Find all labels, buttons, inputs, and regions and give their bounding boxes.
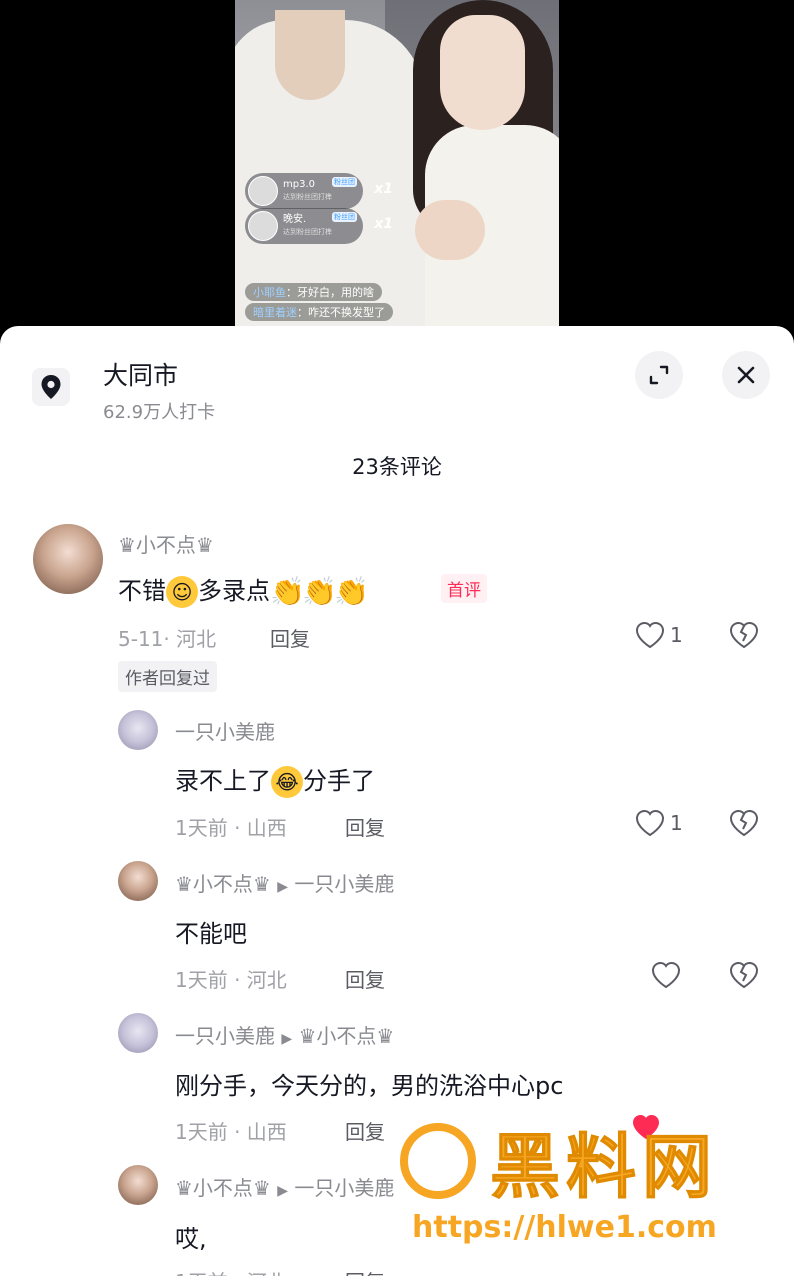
comment-text: 录不上了 😂 分手了 bbox=[175, 761, 375, 798]
gift-count: x1 bbox=[374, 216, 393, 232]
comment-meta: 5-11· 河北 bbox=[118, 627, 217, 651]
like-button[interactable]: 1 bbox=[634, 620, 683, 650]
gift-avatar bbox=[248, 211, 278, 241]
avatar[interactable] bbox=[118, 710, 158, 750]
location-pin-icon[interactable] bbox=[32, 368, 70, 406]
gift-banner: mp3.0 达到粉丝团打榫 粉丝团 x1 bbox=[245, 173, 393, 209]
reply-button[interactable]: 回复 bbox=[345, 1266, 385, 1276]
clap-emoji-icon: 👏 bbox=[270, 575, 305, 608]
avatar[interactable] bbox=[118, 1165, 158, 1205]
avatar[interactable] bbox=[118, 861, 158, 901]
gift-avatar bbox=[248, 176, 278, 206]
first-comment-badge: 首评 bbox=[441, 574, 487, 603]
like-button[interactable] bbox=[650, 960, 682, 990]
heart-icon bbox=[651, 961, 681, 989]
gift-count: x1 bbox=[374, 181, 393, 197]
broken-heart-icon bbox=[729, 809, 759, 837]
avatar[interactable] bbox=[33, 524, 103, 594]
comment-text: 刚分手，今天分的，男的洗浴中心pc bbox=[175, 1072, 564, 1100]
comment-meta: 1天前 · 河北 bbox=[175, 1266, 287, 1276]
clap-emoji-icon: 👏 bbox=[302, 575, 337, 608]
location-title[interactable]: 大同市 bbox=[103, 356, 178, 392]
smile-emoji-icon: ☺ bbox=[166, 576, 198, 608]
expand-button[interactable] bbox=[635, 351, 683, 399]
video-person-right-face bbox=[440, 15, 525, 130]
live-chat-line: 小耶鱼：牙好白，用的啥 bbox=[245, 283, 382, 301]
author-replied-badge: 作者回复过 bbox=[118, 661, 217, 692]
like-count: 1 bbox=[670, 811, 683, 835]
watermark-text: 黑料网 bbox=[490, 1126, 718, 1209]
comment-username[interactable]: 一只小美鹿 ▶ ♛小不点♛ bbox=[175, 1020, 394, 1049]
comment-text: 不能吧 bbox=[175, 920, 247, 948]
dislike-button[interactable] bbox=[728, 808, 760, 842]
reply-button[interactable]: 回复 bbox=[345, 812, 385, 841]
watermark-url: https://hlwe1.com bbox=[412, 1210, 717, 1245]
broken-heart-icon bbox=[729, 621, 759, 649]
live-video[interactable]: mp3.0 达到粉丝团打榫 粉丝团 x1 晚安. 达到粉丝团打榫 粉丝团 x1 小耶… bbox=[235, 0, 559, 345]
reply-button[interactable]: 回复 bbox=[345, 1116, 385, 1145]
comment-username[interactable]: ♛小不点♛ bbox=[118, 529, 214, 558]
comment-username[interactable]: ♛小不点♛ ▶ 一只小美鹿 bbox=[175, 1172, 394, 1201]
fan-club-tag: 粉丝团 bbox=[332, 177, 357, 187]
dislike-button[interactable] bbox=[728, 960, 760, 994]
reply-arrow-icon: ▶ bbox=[277, 1183, 288, 1199]
comment-count: 23条评论 bbox=[352, 455, 442, 479]
dislike-button[interactable] bbox=[728, 620, 760, 654]
comment-meta: 1天前 · 山西 bbox=[175, 816, 287, 840]
reply-button[interactable]: 回复 bbox=[345, 964, 385, 993]
expand-icon bbox=[649, 365, 669, 385]
like-count: 1 bbox=[670, 623, 683, 647]
close-icon bbox=[737, 366, 755, 384]
watermark-logo-icon bbox=[400, 1123, 476, 1199]
broken-heart-icon bbox=[729, 961, 759, 989]
avatar[interactable] bbox=[118, 1013, 158, 1053]
comment-text: 不错 ☺ 多录点👏👏👏 bbox=[118, 575, 369, 608]
reply-button[interactable]: 回复 bbox=[270, 623, 310, 652]
location-checkins: 62.9万人打卡 bbox=[103, 402, 216, 423]
close-button[interactable] bbox=[722, 351, 770, 399]
video-hand bbox=[415, 200, 485, 260]
cry-laugh-emoji-icon: 😂 bbox=[271, 766, 303, 798]
comment-text: 哎, bbox=[175, 1225, 207, 1253]
clap-emoji-icon: 👏 bbox=[334, 575, 369, 608]
heart-icon bbox=[635, 621, 665, 649]
comment-meta: 1天前 · 山西 bbox=[175, 1120, 287, 1144]
watermark: 黑料网 https://hlwe1.com bbox=[390, 1115, 790, 1276]
comment-username[interactable]: 一只小美鹿 bbox=[175, 716, 275, 745]
fan-club-tag: 粉丝团 bbox=[332, 212, 357, 222]
comment-meta: 1天前 · 河北 bbox=[175, 968, 287, 992]
like-button[interactable]: 1 bbox=[634, 808, 683, 838]
live-chat-line: 暗里着迷：咋还不换发型了 bbox=[245, 303, 393, 321]
reply-arrow-icon: ▶ bbox=[281, 1031, 293, 1047]
reply-arrow-icon: ▶ bbox=[277, 879, 288, 895]
comment-username[interactable]: ♛小不点♛ ▶ 一只小美鹿 bbox=[175, 868, 394, 897]
heart-icon bbox=[635, 809, 665, 837]
gift-banner: 晚安. 达到粉丝团打榫 粉丝团 x1 bbox=[245, 208, 393, 244]
